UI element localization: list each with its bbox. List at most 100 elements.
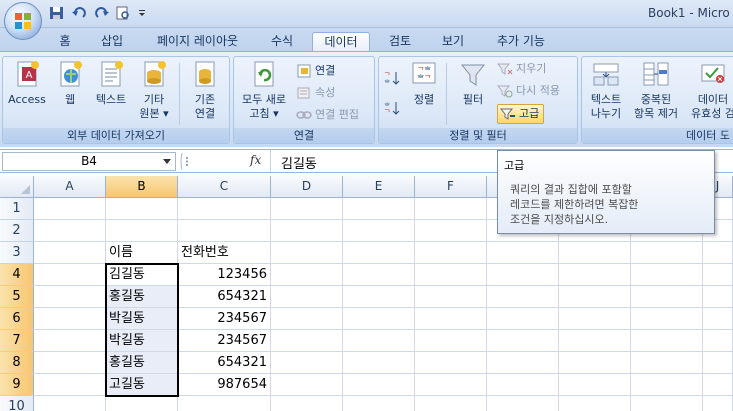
tab-data[interactable]: 데이터	[312, 32, 370, 52]
select-all-button[interactable]	[0, 176, 34, 198]
existing-connections-button[interactable]: 기존 연결	[185, 59, 225, 121]
empty-cell-f7[interactable]	[415, 330, 487, 352]
refresh-all-button[interactable]: 모두 새로 고침 ▾	[236, 59, 292, 121]
empty-cell-b1[interactable]	[106, 198, 178, 220]
cell-b8[interactable]: 홍길동	[106, 352, 178, 374]
empty-cell-i10[interactable]	[631, 396, 703, 411]
empty-cell-g5[interactable]	[487, 286, 559, 308]
text-to-columns-button[interactable]: 텍스트 나누기	[585, 59, 627, 121]
formula-input[interactable]: 김길동	[281, 153, 317, 172]
empty-cell-d5[interactable]	[271, 286, 343, 308]
cell-b4[interactable]: 김길동	[106, 264, 178, 286]
empty-cell-a9[interactable]	[34, 374, 106, 396]
empty-cell-f4[interactable]	[415, 264, 487, 286]
redo-icon[interactable]	[92, 5, 110, 21]
empty-cell-d3[interactable]	[271, 242, 343, 264]
empty-cell-j10[interactable]	[703, 396, 733, 411]
tab-review[interactable]: 검토	[380, 32, 420, 52]
empty-cell-i4[interactable]	[631, 264, 703, 286]
column-header-f[interactable]: F	[415, 176, 487, 198]
row-header-10[interactable]: 10	[0, 396, 34, 411]
empty-cell-g10[interactable]	[487, 396, 559, 411]
empty-cell-g9[interactable]	[487, 374, 559, 396]
empty-cell-i5[interactable]	[631, 286, 703, 308]
empty-cell-h7[interactable]	[559, 330, 631, 352]
row-header-5[interactable]: 5	[0, 286, 34, 308]
edit-links-button[interactable]: 연결 편집	[296, 106, 359, 124]
empty-cell-a1[interactable]	[34, 198, 106, 220]
empty-cell-j8[interactable]	[703, 352, 733, 374]
empty-cell-i9[interactable]	[631, 374, 703, 396]
row-header-1[interactable]: 1	[0, 198, 34, 220]
empty-cell-d7[interactable]	[271, 330, 343, 352]
cell-c8[interactable]: 654321	[178, 352, 271, 374]
cell-c9[interactable]: 987654	[178, 374, 271, 396]
row-header-3[interactable]: 3	[0, 242, 34, 264]
access-button[interactable]: A Access	[6, 59, 48, 107]
empty-cell-g8[interactable]	[487, 352, 559, 374]
sort-descending-button[interactable]: ᄒᄀ	[384, 98, 400, 117]
empty-cell-a7[interactable]	[34, 330, 106, 352]
empty-cell-e4[interactable]	[343, 264, 415, 286]
empty-cell-h6[interactable]	[559, 308, 631, 330]
empty-cell-a2[interactable]	[34, 220, 106, 242]
empty-cell-h5[interactable]	[559, 286, 631, 308]
tab-page-layout[interactable]: 페이지 레이아웃	[145, 32, 250, 52]
empty-cell-g6[interactable]	[487, 308, 559, 330]
advanced-filter-button[interactable]: 고급	[497, 104, 545, 124]
name-box[interactable]: B4	[2, 152, 176, 171]
empty-cell-e5[interactable]	[343, 286, 415, 308]
empty-cell-d1[interactable]	[271, 198, 343, 220]
empty-cell-i3[interactable]	[631, 242, 703, 264]
row-header-2[interactable]: 2	[0, 220, 34, 242]
tab-insert[interactable]: 삽입	[92, 32, 132, 52]
empty-cell-i8[interactable]	[631, 352, 703, 374]
empty-cell-f3[interactable]	[415, 242, 487, 264]
cell-b9[interactable]: 고길동	[106, 374, 178, 396]
empty-cell-d9[interactable]	[271, 374, 343, 396]
empty-cell-e9[interactable]	[343, 374, 415, 396]
column-header-e[interactable]: E	[343, 176, 415, 198]
empty-cell-c10[interactable]	[178, 396, 271, 411]
undo-icon[interactable]	[70, 5, 88, 21]
row-header-6[interactable]: 6	[0, 308, 34, 330]
column-header-c[interactable]: C	[178, 176, 271, 198]
empty-cell-d10[interactable]	[271, 396, 343, 411]
empty-cell-a3[interactable]	[34, 242, 106, 264]
tab-formulas[interactable]: 수식	[262, 32, 302, 52]
tab-home[interactable]: 홈	[50, 32, 80, 52]
empty-cell-b10[interactable]	[106, 396, 178, 411]
office-button[interactable]	[4, 2, 42, 40]
customize-icon[interactable]	[136, 5, 154, 21]
column-header-d[interactable]: D	[271, 176, 343, 198]
empty-cell-e7[interactable]	[343, 330, 415, 352]
sort-ascending-button[interactable]: ᄀᄒ	[384, 68, 400, 87]
empty-cell-a4[interactable]	[34, 264, 106, 286]
empty-cell-f1[interactable]	[415, 198, 487, 220]
tab-add-ins[interactable]: 추가 기능	[486, 32, 556, 52]
cell-c5[interactable]: 654321	[178, 286, 271, 308]
reapply-button[interactable]: 다시 적용	[496, 82, 560, 100]
empty-cell-c1[interactable]	[178, 198, 271, 220]
empty-cell-g3[interactable]	[487, 242, 559, 264]
tab-view[interactable]: 보기	[433, 32, 473, 52]
cell-c6[interactable]: 234567	[178, 308, 271, 330]
empty-cell-f8[interactable]	[415, 352, 487, 374]
data-validation-button[interactable]: 데이터 유효성 검	[684, 59, 733, 121]
remove-duplicates-button[interactable]: 중복된 항목 제거	[628, 59, 684, 121]
row-header-7[interactable]: 7	[0, 330, 34, 352]
chevron-down-icon[interactable]	[163, 159, 171, 164]
cell-b6[interactable]: 박길동	[106, 308, 178, 330]
empty-cell-j6[interactable]	[703, 308, 733, 330]
empty-cell-f2[interactable]	[415, 220, 487, 242]
empty-cell-f6[interactable]	[415, 308, 487, 330]
empty-cell-f9[interactable]	[415, 374, 487, 396]
empty-cell-h3[interactable]	[559, 242, 631, 264]
connections-button[interactable]: 연결	[296, 62, 335, 80]
empty-cell-j7[interactable]	[703, 330, 733, 352]
cell-c3[interactable]: 전화번호	[178, 242, 271, 264]
empty-cell-h9[interactable]	[559, 374, 631, 396]
empty-cell-d2[interactable]	[271, 220, 343, 242]
empty-cell-h10[interactable]	[559, 396, 631, 411]
empty-cell-a10[interactable]	[34, 396, 106, 411]
